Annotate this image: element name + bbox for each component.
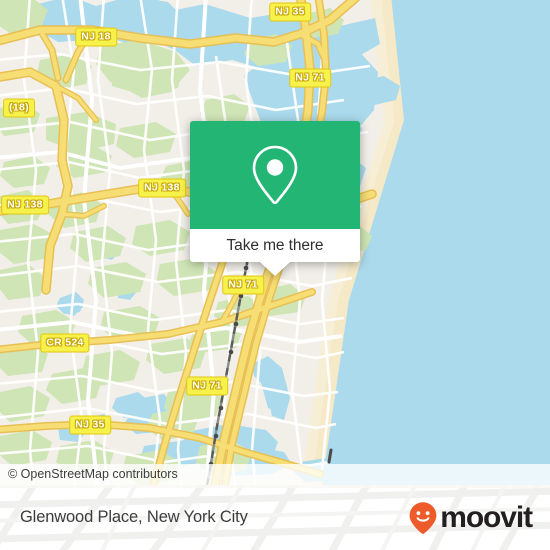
screen: NJ 35 NJ 18 NJ 71 (18) NJ 138 NJ 138 NJ … (0, 0, 550, 550)
moovit-brand: moovit (408, 485, 533, 550)
road-shield: NJ 138 (138, 178, 186, 198)
popup-footer[interactable]: Take me there (190, 229, 360, 276)
map-popup-card[interactable]: Take me there (190, 121, 360, 276)
road-shield: NJ 71 (222, 275, 264, 295)
map-canvas[interactable]: NJ 35 NJ 18 NJ 71 (18) NJ 138 NJ 138 NJ … (0, 0, 550, 485)
road-shield: NJ 138 (1, 195, 49, 215)
road-shield: NJ 71 (186, 376, 228, 396)
popup-tail (260, 262, 290, 276)
moovit-wordmark: moovit (440, 500, 533, 534)
road-shield: NJ 35 (69, 415, 111, 435)
bottom-bar: Glenwood Place, New York City moovit (0, 485, 550, 550)
popup-header (190, 121, 360, 229)
moovit-smiley-pin-icon (409, 501, 437, 534)
take-me-there-label: Take me there (226, 236, 324, 254)
place-title: Glenwood Place, New York City (20, 508, 248, 526)
road-shield: (18) (3, 98, 35, 118)
road-shield: NJ 35 (269, 2, 311, 22)
road-shield: NJ 18 (75, 27, 117, 47)
road-shield: CR 524 (40, 333, 90, 353)
map-attribution: © OpenStreetMap contributors (0, 464, 550, 485)
road-shield: NJ 71 (289, 68, 331, 88)
location-pin-icon (252, 145, 298, 205)
